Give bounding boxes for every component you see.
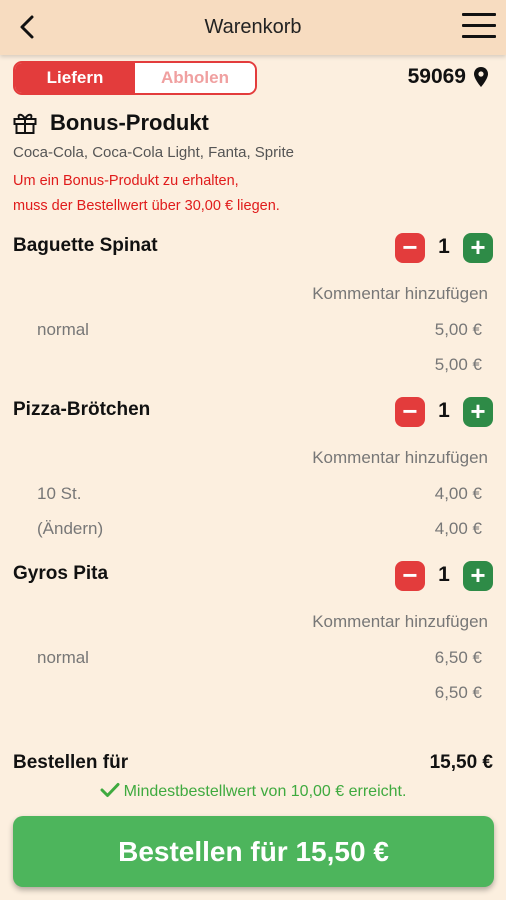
deliver-tab[interactable]: Liefern [15,63,135,93]
item-subtotal: 6,50 € [434,683,482,702]
bonus-product-header[interactable]: Bonus-Produkt [13,110,209,136]
quantity-value: 1 [438,399,450,422]
option-price: 5,00 € [434,320,482,339]
cart-item-name: Gyros Pita [13,563,109,584]
decrease-quantity-button[interactable]: − [395,233,425,263]
min-order-message: Mindestbestellwert von 10,00 € erreicht. [123,783,407,800]
decrease-quantity-button[interactable]: − [395,561,425,591]
bonus-title: Bonus-Produkt [50,110,209,135]
place-order-button[interactable]: Bestellen für 15,50 € [13,816,494,887]
page-title: Warenkorb [204,16,302,38]
delivery-mode-toggle: Liefern Abholen [13,61,257,95]
increase-quantity-button[interactable]: + [463,233,493,263]
add-comment-link[interactable]: Kommentar hinzufügen [312,612,488,632]
quantity-stepper: − 1 + [395,233,495,263]
postal-code: 59069 [407,65,466,88]
order-total-value: 15,50 € [429,752,493,773]
quantity-stepper: − 1 + [395,561,495,591]
app-header: Warenkorb [0,0,506,55]
increase-quantity-button[interactable]: + [463,561,493,591]
quantity-value: 1 [438,563,450,586]
order-total-label: Bestellen für [13,752,129,773]
checkmark-icon [100,783,120,797]
item-subtotal: 4,00 € [434,519,482,538]
postal-code-selector[interactable]: 59069 [408,65,488,89]
bonus-options: Coca-Cola, Coca-Cola Light, Fanta, Sprit… [13,144,294,161]
add-comment-link[interactable]: Kommentar hinzufügen [312,448,488,468]
item-subtotal: 5,00 € [434,355,482,374]
pickup-tab[interactable]: Abholen [135,63,255,93]
min-order-status: Mindestbestellwert von 10,00 € erreicht. [0,782,506,801]
change-item-link[interactable]: (Ändern) [37,519,103,539]
item-option: normal [37,320,89,339]
cart-item-name: Pizza-Brötchen [13,399,151,420]
hamburger-menu-icon[interactable] [462,13,496,41]
option-price: 6,50 € [434,648,482,667]
quantity-value: 1 [438,235,450,258]
option-price: 4,00 € [434,484,482,503]
quantity-stepper: − 1 + [395,397,495,427]
increase-quantity-button[interactable]: + [463,397,493,427]
location-pin-icon [474,67,488,87]
cart-item-name: Baguette Spinat [13,235,158,256]
item-option: normal [37,648,89,667]
add-comment-link[interactable]: Kommentar hinzufügen [312,284,488,304]
bonus-warning: Um ein Bonus-Produkt zu erhalten, muss d… [13,173,280,214]
decrease-quantity-button[interactable]: − [395,397,425,427]
gift-icon [13,113,37,134]
item-option: 10 St. [37,484,82,503]
